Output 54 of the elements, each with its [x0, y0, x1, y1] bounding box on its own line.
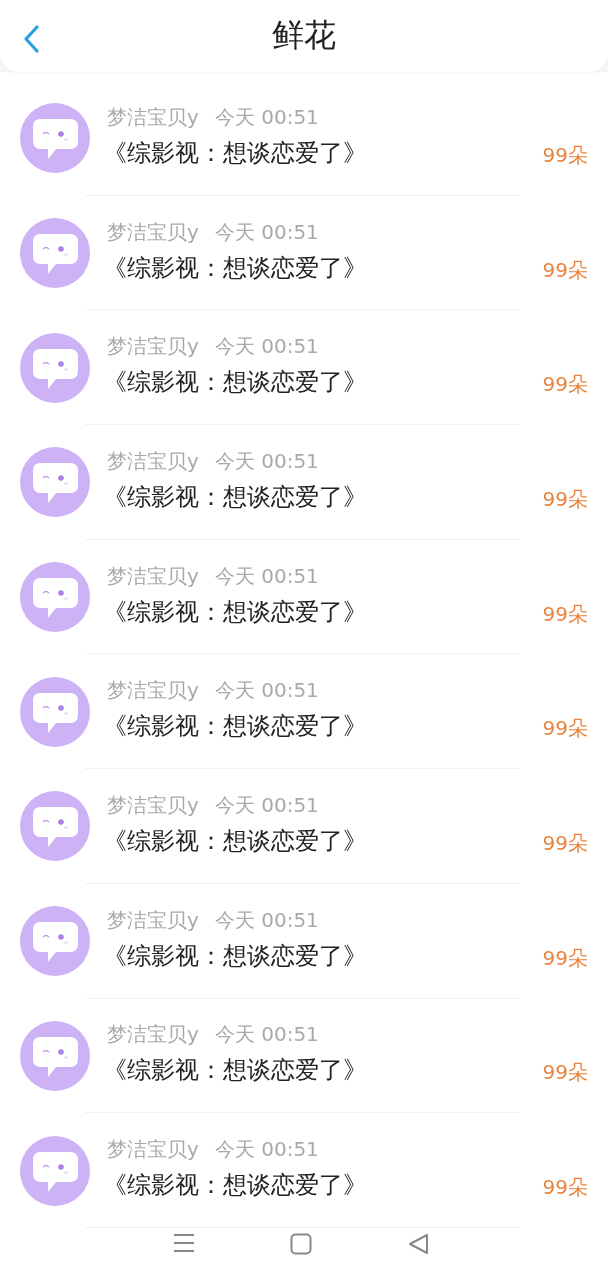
timestamp: 今天 00:51	[214, 1021, 319, 1049]
user-name: 梦洁宝贝y	[107, 1021, 199, 1049]
timestamp: 今天 00:51	[214, 562, 319, 590]
user-name: 梦洁宝贝y	[107, 103, 199, 131]
book-title: 《综影视：想谈恋爱了》	[103, 481, 368, 513]
avatar-icon	[20, 447, 90, 518]
avatar-icon	[20, 103, 90, 174]
timestamp: 今天 00:51	[214, 791, 319, 819]
user-name: 梦洁宝贝y	[107, 677, 199, 705]
book-title: 《综影视：想谈恋爱了》	[103, 596, 368, 628]
flower-count: 99朵	[542, 371, 588, 399]
user-name: 梦洁宝贝y	[107, 218, 199, 246]
home-icon[interactable]	[290, 1232, 313, 1255]
book-title: 《综影视：想谈恋爱了》	[103, 1055, 368, 1087]
flower-count: 99朵	[542, 141, 588, 169]
page-title: 鲜花	[272, 15, 336, 56]
user-name: 梦洁宝贝y	[107, 1136, 199, 1164]
book-title: 《综影视：想谈恋爱了》	[103, 711, 368, 743]
back-icon[interactable]	[408, 1232, 431, 1255]
flower-count: 99朵	[542, 485, 588, 513]
menu-icon[interactable]	[172, 1232, 195, 1253]
avatar-icon	[20, 218, 90, 289]
avatar-icon	[20, 1020, 90, 1091]
timestamp: 今天 00:51	[214, 103, 319, 131]
flower-count: 99朵	[542, 829, 588, 857]
flower-count: 99朵	[542, 256, 588, 284]
user-name: 梦洁宝贝y	[107, 791, 199, 819]
book-title: 《综影视：想谈恋爱了》	[103, 1170, 368, 1202]
avatar-icon	[20, 906, 90, 977]
flower-count: 99朵	[542, 600, 588, 628]
flower-count: 99朵	[542, 715, 588, 743]
book-title: 《综影视：想谈恋爱了》	[103, 825, 368, 857]
user-name: 梦洁宝贝y	[107, 333, 199, 361]
user-name: 梦洁宝贝y	[107, 447, 199, 475]
book-title: 《综影视：想谈恋爱了》	[103, 252, 368, 284]
timestamp: 今天 00:51	[214, 447, 319, 475]
timestamp: 今天 00:51	[214, 1136, 319, 1164]
timestamp: 今天 00:51	[214, 333, 319, 361]
avatar-icon	[20, 332, 90, 403]
book-title: 《综影视：想谈恋爱了》	[103, 367, 368, 399]
avatar-icon	[20, 1135, 90, 1206]
flower-count: 99朵	[542, 1174, 588, 1202]
book-title: 《综影视：想谈恋爱了》	[103, 940, 368, 972]
book-title: 《综影视：想谈恋爱了》	[103, 137, 368, 169]
user-name: 梦洁宝贝y	[107, 906, 199, 934]
user-name: 梦洁宝贝y	[107, 562, 199, 590]
flower-count: 99朵	[542, 1059, 588, 1087]
timestamp: 今天 00:51	[214, 906, 319, 934]
avatar-icon	[20, 676, 90, 747]
avatar-icon	[20, 562, 90, 633]
avatar-icon	[20, 791, 90, 862]
flower-count: 99朵	[542, 944, 588, 972]
timestamp: 今天 00:51	[214, 218, 319, 246]
timestamp: 今天 00:51	[214, 677, 319, 705]
